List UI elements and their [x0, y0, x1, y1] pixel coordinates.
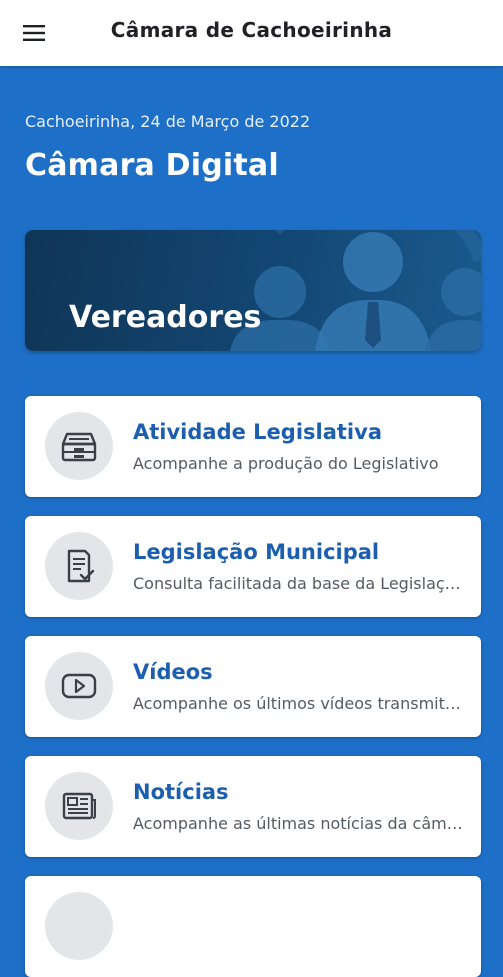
card-atividade-legislativa[interactable]: Atividade Legislativa Acompanhe a produç…	[25, 396, 481, 497]
card-partial[interactable]	[25, 876, 481, 977]
card-subtitle: Acompanhe a produção do Legislativo	[133, 454, 439, 473]
card-icon-circle	[45, 772, 113, 840]
card-title: Legislação Municipal	[133, 540, 380, 564]
vereadores-banner[interactable]: Vereadores	[25, 230, 481, 351]
card-videos[interactable]: Vídeos Acompanhe os últimos vídeos trans…	[25, 636, 481, 737]
card-title: Vídeos	[133, 660, 213, 684]
card-subtitle: Acompanhe as últimas notícias da câmara	[133, 814, 463, 833]
page-title: Câmara Digital	[25, 148, 279, 183]
card-subtitle: Acompanhe os últimos vídeos transmitidos	[133, 694, 463, 713]
card-subtitle: Consulta facilitada da base da Legislaçã…	[133, 574, 463, 593]
card-icon-circle	[45, 892, 113, 960]
document-check-icon	[67, 549, 95, 583]
video-play-icon	[61, 673, 97, 699]
banner-label: Vereadores	[69, 300, 262, 335]
card-legislacao-municipal[interactable]: Legislação Municipal Consulta facilitada…	[25, 516, 481, 617]
archive-tray-icon	[61, 432, 97, 462]
current-date: Cachoeirinha, 24 de Março de 2022	[25, 112, 311, 131]
app-title: Câmara de Cachoeirinha	[110, 18, 393, 42]
card-icon-circle	[45, 652, 113, 720]
card-title: Atividade Legislativa	[133, 420, 382, 444]
card-noticias[interactable]: Notícias Acompanhe as últimas notícias d…	[25, 756, 481, 857]
card-icon-circle	[45, 412, 113, 480]
card-icon-circle	[45, 532, 113, 600]
card-title: Notícias	[133, 780, 229, 804]
newspaper-icon	[62, 792, 96, 820]
app-bar: Câmara de Cachoeirinha	[0, 0, 503, 66]
